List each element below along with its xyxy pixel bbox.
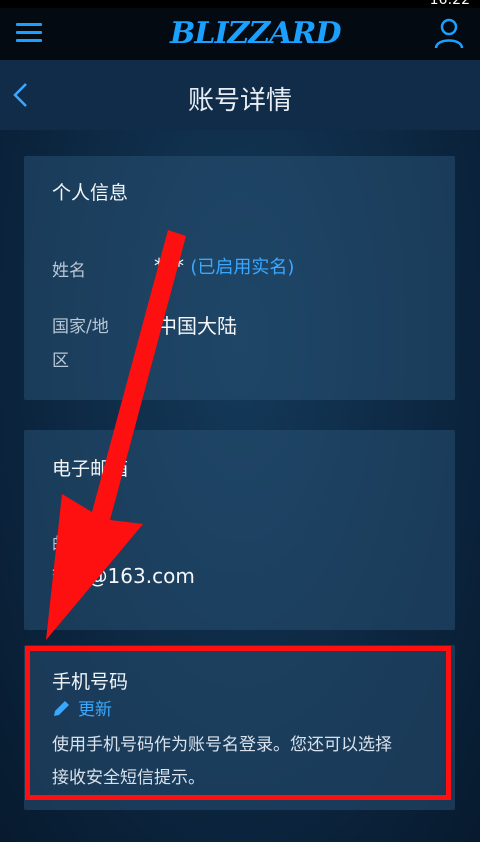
blizzard-logo: BLIZZARD — [170, 16, 342, 51]
phone-title: 手机号码 — [52, 671, 129, 693]
phone-description-line-1: 使用手机号码作为账号名登录。您还可以选择 — [52, 735, 392, 755]
update-phone-label: 更新 — [78, 700, 112, 720]
user-icon[interactable] — [432, 16, 466, 50]
top-app-bar: BLIZZARD — [0, 8, 480, 60]
personal-info-title: 个人信息 — [52, 182, 129, 204]
phone-description: 使用手机号码作为账号名登录。您还可以选择 接收安全短信提示。 — [52, 729, 452, 795]
hamburger-menu-icon[interactable] — [14, 18, 44, 48]
email-label: 邮箱 — [52, 535, 86, 555]
email-card: 电子邮箱 邮箱 ***l@163.com — [24, 430, 455, 630]
masked-name: *** — [154, 254, 184, 278]
pencil-icon — [54, 700, 69, 716]
name-label: 姓名 — [52, 261, 86, 281]
phone-description-line-2: 接收安全短信提示。 — [52, 768, 205, 788]
status-bar: 16:22 — [0, 0, 480, 8]
phone-card: 手机号码 更新 使用手机号码作为账号名登录。您还可以选择 接收安全短信提示。 — [24, 645, 455, 810]
page-header: 账号详情 — [0, 60, 480, 130]
region-label-cont: 区 — [52, 351, 69, 371]
update-phone-button[interactable]: 更新 — [52, 695, 112, 720]
name-value: *** (已启用实名) — [154, 253, 294, 279]
page-title: 账号详情 — [187, 86, 292, 116]
region-value: 中国大陆 — [157, 314, 237, 338]
region-label: 国家/地 — [52, 317, 109, 337]
personal-info-card: 个人信息 姓名 *** (已启用实名) 国家/地 区 中国大陆 — [24, 156, 455, 400]
email-title: 电子邮箱 — [52, 458, 129, 480]
status-time: 16:22 — [429, 0, 470, 8]
email-value: ***l@163.com — [52, 564, 195, 588]
realname-status: (已启用实名) — [190, 257, 295, 278]
